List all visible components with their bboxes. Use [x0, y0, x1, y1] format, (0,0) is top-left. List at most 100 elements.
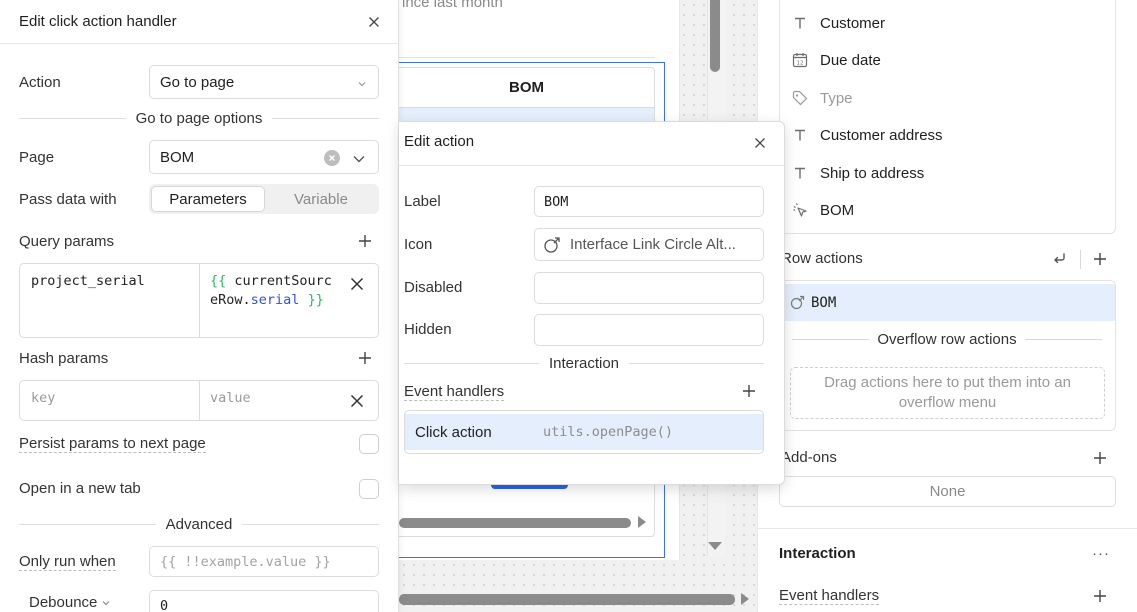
overflow-row-actions-label: Overflow row actions [792, 331, 1102, 348]
addons-label: Add-ons [781, 449, 837, 466]
chevron-down-icon [356, 78, 368, 90]
row-action-item-bom[interactable]: BOM [780, 284, 1115, 321]
return-arrow-icon[interactable] [1050, 250, 1068, 268]
link-circle-icon [790, 295, 805, 310]
canvas-horizontal-scrollbar[interactable] [399, 594, 735, 605]
action-label-input[interactable]: BOM [534, 186, 764, 217]
interaction-section-title[interactable]: Interaction [779, 545, 856, 562]
template-close-brace: }} [299, 292, 324, 308]
event-handler-item[interactable]: Click action utils.openPage() [405, 414, 763, 450]
action-label: Action [19, 74, 61, 91]
param-divider [199, 381, 200, 420]
text-type-icon [790, 163, 810, 183]
pass-data-option-parameters[interactable]: Parameters [151, 186, 265, 212]
column-label: Customer [820, 14, 886, 32]
page-select-value: BOM [160, 148, 195, 166]
disabled-input[interactable] [534, 272, 764, 304]
add-event-handler-button[interactable] [741, 383, 757, 399]
add-event-handler-button[interactable] [1091, 587, 1109, 605]
only-run-when-label: Only run when [19, 553, 116, 571]
persist-params-checkbox[interactable] [359, 434, 379, 454]
query-params-label: Query params [19, 233, 115, 250]
column-item-due-date[interactable]: 12 Due date [790, 48, 881, 72]
page-select[interactable]: BOM [149, 140, 379, 174]
event-handler-name: Click action [415, 423, 492, 441]
header-divider [399, 165, 784, 166]
page-label: Page [19, 149, 55, 166]
column-label: BOM [820, 201, 855, 219]
text-type-icon [790, 13, 810, 33]
column-item-customer-address[interactable]: Customer address [790, 123, 943, 147]
calendar-icon: 12 [790, 50, 810, 70]
hidden-input[interactable] [534, 314, 764, 346]
hash-param-value-input[interactable]: value [210, 390, 251, 406]
query-param-value-input[interactable]: {{ currentSourceRow.serial }} [210, 272, 338, 310]
table-row[interactable] [399, 108, 654, 122]
template-open-brace: {{ [210, 273, 235, 289]
canvas-vertical-scrollbar-thumb[interactable] [710, 0, 720, 72]
add-addon-button[interactable] [1091, 449, 1109, 467]
event-handlers-text: Event handlers [404, 383, 505, 401]
svg-text:12: 12 [797, 61, 804, 67]
debounce-input[interactable]: 0 [149, 590, 379, 612]
section-divider [757, 528, 1137, 529]
hash-param-key-input[interactable]: key [31, 390, 55, 406]
close-icon[interactable] [366, 14, 382, 30]
add-query-param-button[interactable] [357, 233, 373, 249]
column-label: Type [820, 89, 853, 107]
action-select[interactable]: Go to page [149, 65, 379, 99]
close-icon[interactable] [752, 135, 768, 151]
open-new-tab-label: Open in a new tab [19, 480, 141, 497]
addons-value: None [779, 476, 1116, 507]
column-item-ship-to-address[interactable]: Ship to address [790, 161, 924, 185]
chevron-down-icon [352, 153, 366, 165]
hash-params-label: Hash params [19, 350, 109, 367]
card-divider [399, 57, 655, 58]
chevron-down-icon [101, 598, 111, 608]
only-run-when-input[interactable]: {{ !!example.value }} [149, 546, 379, 577]
debounce-label: Debounce [29, 594, 98, 611]
link-circle-icon [543, 236, 561, 254]
header-divider [0, 43, 399, 44]
overflow-drop-zone[interactable]: Drag actions here to put them into an ov… [790, 367, 1105, 419]
remove-hash-param-icon[interactable] [349, 393, 365, 409]
event-handler-code: utils.openPage() [543, 424, 674, 440]
column-label: Due date [820, 51, 881, 69]
stat-subtitle: ince last month [402, 0, 503, 11]
column-item-bom[interactable]: BOM [790, 198, 854, 222]
persist-params-text: Persist params to next page [19, 435, 206, 453]
icon-select-value: Interface Link Circle Alt... [570, 236, 736, 253]
more-options-icon[interactable]: ··· [1092, 545, 1110, 562]
scroll-right-arrow-icon[interactable] [638, 516, 646, 528]
go-to-page-options-heading: Go to page options [19, 110, 379, 127]
hidden-field-label: Hidden [404, 321, 452, 338]
icon-field-label: Icon [404, 236, 433, 253]
text-type-icon [790, 125, 810, 145]
icon-select[interactable]: Interface Link Circle Alt... [534, 228, 764, 261]
toolbar-divider [1080, 250, 1081, 269]
open-new-tab-checkbox[interactable] [359, 479, 379, 499]
pass-data-segmented-control: Parameters Variable [149, 184, 379, 214]
table-horizontal-scrollbar[interactable] [399, 518, 631, 528]
add-row-action-button[interactable] [1091, 250, 1109, 268]
column-label: Ship to address [820, 164, 925, 182]
column-item-type[interactable]: Type [790, 86, 853, 110]
panel-title: Edit click action handler [19, 13, 177, 30]
cursor-click-icon [790, 200, 810, 220]
query-param-key-input[interactable]: project_serial [31, 273, 145, 289]
clear-icon[interactable] [324, 150, 340, 166]
action-select-value: Go to page [160, 73, 235, 91]
row-action-label: BOM [811, 294, 837, 311]
remove-query-param-icon[interactable] [349, 276, 365, 292]
debounce-dropdown[interactable]: Debounce [29, 594, 111, 611]
column-item-customer[interactable]: Customer [790, 11, 885, 35]
event-handlers-label: Event handlers [404, 383, 505, 401]
table-column-header-bom[interactable]: BOM [399, 68, 654, 108]
persist-params-label: Persist params to next page [19, 435, 206, 453]
event-handlers-label: Event handlers [779, 587, 880, 605]
scroll-right-arrow-icon[interactable] [741, 593, 749, 605]
pass-data-option-variable[interactable]: Variable [265, 186, 377, 212]
scroll-down-arrow-icon[interactable] [708, 542, 722, 550]
interaction-heading: Interaction [404, 355, 764, 372]
add-hash-param-button[interactable] [357, 350, 373, 366]
